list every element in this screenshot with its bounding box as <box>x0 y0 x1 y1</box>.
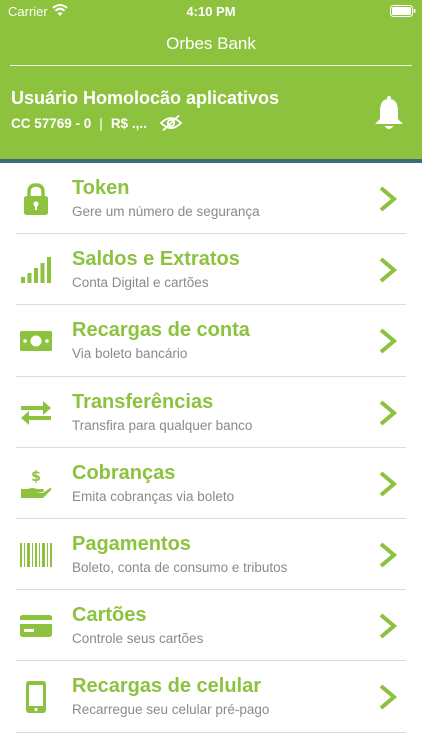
account-balance: R$ .,.. <box>110 115 147 131</box>
menu-item-recargas-conta[interactable]: Recargas de conta Via boleto bancário <box>0 305 422 377</box>
app-header: Carrier 4:10 PM Orbes Bank Usuário Homol… <box>0 0 422 163</box>
menu-item-title: Pagamentos <box>72 532 191 555</box>
menu-item-subtitle: Transfira para qualquer banco <box>72 417 253 433</box>
menu-item-subtitle: Recarregue seu celular pré-pago <box>72 702 270 718</box>
menu-item-title: Cobranças <box>72 461 176 484</box>
chevron-right-icon <box>379 328 398 354</box>
menu-item-cartoes[interactable]: Cartões Controle seus cartões <box>0 590 422 662</box>
menu-item-subtitle: Gere um número de segurança <box>72 204 260 219</box>
transfer-arrows-icon <box>18 395 54 431</box>
menu-item-cobrancas[interactable]: $ Cobranças Emita cobranças via boleto <box>0 448 422 519</box>
chevron-right-icon <box>379 257 398 283</box>
menu-item-saldos-extratos[interactable]: Saldos e Extratos Conta Digital e cartõe… <box>0 234 422 306</box>
chevron-right-icon <box>379 471 398 497</box>
chevron-right-icon <box>379 542 398 568</box>
eye-off-icon[interactable] <box>159 114 183 132</box>
app-title: Orbes Bank <box>166 34 256 53</box>
title-divider <box>10 65 412 66</box>
banknote-icon <box>18 323 54 359</box>
chevron-right-icon <box>379 613 398 639</box>
lock-icon <box>18 181 54 217</box>
menu-item-transferencias[interactable]: Transferências Transfira para qualquer b… <box>0 377 422 448</box>
mobile-phone-icon <box>18 679 54 715</box>
menu-item-title: Cartões <box>72 604 147 627</box>
account-separator: | <box>99 115 103 131</box>
menu-item-subtitle: Via boleto bancário <box>72 346 188 362</box>
battery-icon <box>390 5 416 17</box>
menu-item-pagamentos[interactable]: Pagamentos Boleto, conta de consumo e tr… <box>0 519 422 591</box>
menu-item-subtitle: Boleto, conta de consumo e tributos <box>72 559 288 575</box>
credit-card-icon <box>18 608 54 644</box>
status-bar: Carrier 4:10 PM <box>0 0 422 22</box>
signal-bars-icon <box>18 252 54 288</box>
chevron-right-icon <box>379 684 398 710</box>
menu-item-subtitle: Controle seus cartões <box>72 631 204 647</box>
chevron-right-icon <box>379 400 398 426</box>
menu-item-recargas-celular[interactable]: Recargas de celular Recarregue seu celul… <box>0 661 422 733</box>
account-row: CC 57769 - 0 | R$ .,.. <box>11 114 183 132</box>
menu-item-title: Token <box>72 177 130 199</box>
menu-item-title: Transferências <box>72 390 214 413</box>
menu-item-title: Recargas de celular <box>72 675 261 698</box>
svg-text:$: $ <box>31 469 41 485</box>
menu-item-token[interactable]: Token Gere um número de segurança <box>0 163 422 235</box>
status-time: 4:10 PM <box>186 4 236 19</box>
chevron-right-icon <box>379 186 398 212</box>
barcode-icon <box>18 537 54 573</box>
menu-item-subtitle: Conta Digital e cartões <box>72 275 209 291</box>
menu-item-title: Saldos e Extratos <box>72 248 240 271</box>
menu-item-subtitle: Emita cobranças via boleto <box>72 488 235 504</box>
menu-item-title: Recargas de conta <box>72 319 250 342</box>
divider <box>16 731 406 733</box>
account-number: CC 57769 - 0 <box>11 115 92 131</box>
services-menu: Token Gere um número de segurança Saldos… <box>0 163 422 733</box>
hand-money-icon: $ <box>18 466 54 502</box>
user-name: Usuário Homolocão aplicativos <box>11 88 280 108</box>
bell-icon[interactable] <box>372 96 406 132</box>
